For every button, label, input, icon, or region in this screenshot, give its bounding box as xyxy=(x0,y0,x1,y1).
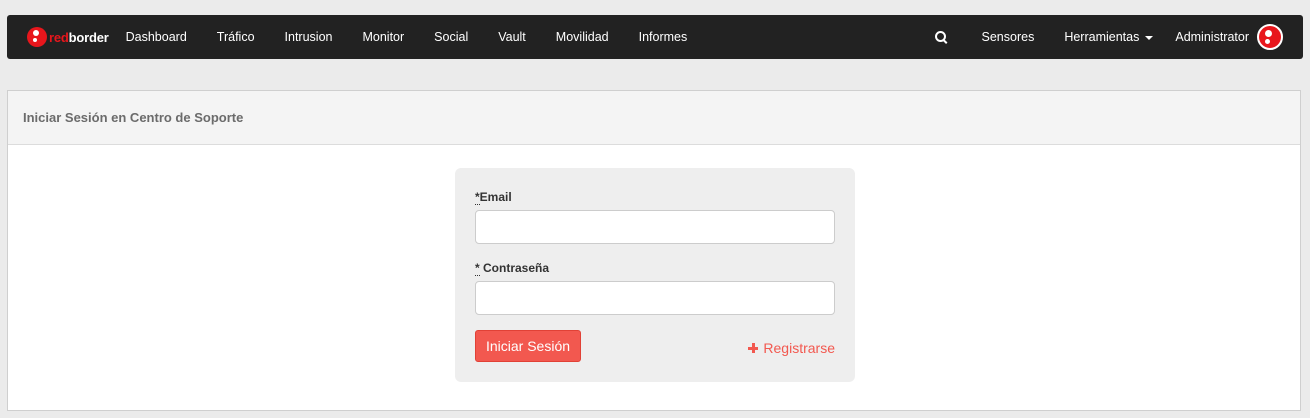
nav-item-monitor[interactable]: Monitor xyxy=(362,15,404,59)
register-link[interactable]: Registrarse xyxy=(748,340,835,356)
user-menu-label[interactable]: Administrator xyxy=(1175,15,1249,59)
search-icon[interactable] xyxy=(934,31,947,43)
register-label: Registrarse xyxy=(763,340,835,356)
email-label-text: Email xyxy=(479,190,512,204)
login-panel: Iniciar Sesión en Centro de Soporte *Ema… xyxy=(7,90,1301,411)
login-form: *Email * Contraseña Iniciar Sesión Regis… xyxy=(455,168,855,382)
nav-item-intrusion[interactable]: Intrusion xyxy=(285,15,333,59)
login-button[interactable]: Iniciar Sesión xyxy=(475,330,581,362)
chevron-down-icon xyxy=(1145,35,1154,40)
nav-item-movilidad[interactable]: Movilidad xyxy=(556,15,609,59)
brand-logo[interactable]: redborder xyxy=(27,15,109,59)
brand-name-red: red xyxy=(49,29,69,45)
nav-item-social[interactable]: Social xyxy=(434,15,468,59)
email-field[interactable] xyxy=(475,210,835,244)
password-label-text: Contraseña xyxy=(479,261,550,275)
top-navbar: redborder Dashboard Tráfico Intrusion Mo… xyxy=(7,15,1303,59)
nav-item-vault[interactable]: Vault xyxy=(498,15,526,59)
brand-name: redborder xyxy=(49,30,109,45)
email-label: *Email xyxy=(475,190,512,205)
nav-item-informes[interactable]: Informes xyxy=(639,15,688,59)
panel-heading: Iniciar Sesión en Centro de Soporte xyxy=(8,91,1300,145)
herramientas-dropdown[interactable]: Herramientas xyxy=(1064,15,1154,59)
avatar[interactable] xyxy=(1257,24,1283,50)
password-label: * Contraseña xyxy=(475,261,550,276)
right-nav: Sensores Herramientas Administrator xyxy=(934,15,1283,59)
nav-item-sensores[interactable]: Sensores xyxy=(982,15,1035,59)
redborder-logo-icon xyxy=(27,27,47,47)
main-nav: Dashboard Tráfico Intrusion Monitor Soci… xyxy=(109,15,688,59)
herramientas-label: Herramientas xyxy=(1064,30,1140,44)
password-field[interactable] xyxy=(475,281,835,315)
nav-item-dashboard[interactable]: Dashboard xyxy=(126,15,187,59)
plus-icon xyxy=(748,343,759,353)
page-title: Iniciar Sesión en Centro de Soporte xyxy=(23,110,244,125)
nav-item-trafico[interactable]: Tráfico xyxy=(217,15,255,59)
brand-name-white: border xyxy=(68,29,109,45)
